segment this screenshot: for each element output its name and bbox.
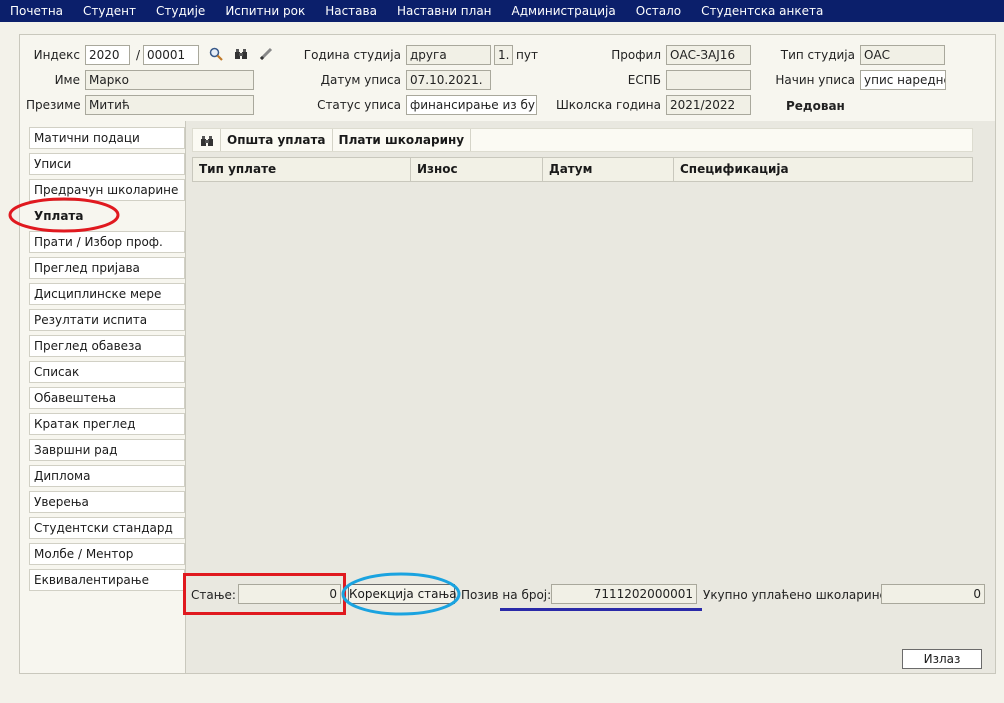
study-type-field[interactable]: ОАС — [860, 45, 945, 65]
student-status-text: Редован — [786, 99, 845, 113]
search-icon[interactable] — [208, 47, 224, 63]
sidebar-item-predracun-skolarine[interactable]: Предрачун школарине — [29, 179, 185, 201]
total-paid-field[interactable]: 0 — [881, 584, 985, 604]
profile-field[interactable]: ОАС-ЗАЈ16 — [666, 45, 751, 65]
school-year-field[interactable]: 2021/2022 — [666, 95, 751, 115]
pay-tuition-button[interactable]: Плати школарину — [333, 129, 472, 151]
school-year-label: Школска година — [555, 98, 661, 112]
menu-nastavni-plan[interactable]: Наставни план — [397, 4, 492, 18]
column-specification[interactable]: Спецификација — [674, 158, 972, 181]
sidebar-item-zavrsni-rad[interactable]: Завршни рад — [29, 439, 185, 461]
menu-ostalo[interactable]: Остало — [636, 4, 681, 18]
column-payment-type[interactable]: Тип уплате — [193, 158, 411, 181]
sidebar-item-uverenja[interactable]: Уверења — [29, 491, 185, 513]
menu-nastava[interactable]: Настава — [325, 4, 377, 18]
column-date[interactable]: Датум — [543, 158, 674, 181]
balance-field[interactable]: 0 — [238, 584, 341, 604]
reference-number-label: Позив на број: — [461, 588, 552, 602]
total-paid-label: Укупно уплаћено школарине: — [703, 588, 891, 602]
name-label: Име — [54, 73, 80, 87]
payments-table-header: Тип уплате Износ Датум Спецификација — [192, 157, 973, 182]
sidebar-item-diploma[interactable]: Диплома — [29, 465, 185, 487]
enroll-mode-label: Начин уписа — [775, 73, 855, 87]
menu-ispitni-rok[interactable]: Испитни рок — [225, 4, 305, 18]
general-payment-button[interactable]: Општа уплата — [221, 129, 333, 151]
binoculars-icon[interactable] — [193, 129, 221, 151]
index-year-field[interactable]: 2020 — [85, 45, 130, 65]
study-type-label: Тип студија — [780, 48, 855, 62]
payment-toolbar: Општа уплата Плати школарину — [192, 128, 973, 152]
menu-pocetna[interactable]: Почетна — [10, 4, 63, 18]
surname-field[interactable]: Митић — [85, 95, 254, 115]
index-number-field[interactable]: 00001 — [143, 45, 199, 65]
menu-studije[interactable]: Студије — [156, 4, 205, 18]
sidebar-item-obavestenja[interactable]: Обавештења — [29, 387, 185, 409]
year-times-suffix: пут — [516, 48, 538, 62]
sidebar-item-pregled-prijava[interactable]: Преглед пријава — [29, 257, 185, 279]
sidebar-item-rezultati-ispita[interactable]: Резултати испита — [29, 309, 185, 331]
menu-administracija[interactable]: Администрација — [512, 4, 616, 18]
espb-field[interactable] — [666, 70, 751, 90]
surname-label: Презиме — [26, 98, 81, 112]
menu-studentska-anketa[interactable]: Студентска анкета — [701, 4, 823, 18]
year-times-field[interactable]: 1. — [494, 45, 513, 65]
enroll-status-label: Статус уписа — [317, 98, 401, 112]
sidebar-item-maticni-podaci[interactable]: Матични подаци — [29, 127, 185, 149]
sidebar-item-molbe-mentor[interactable]: Молбе / Ментор — [29, 543, 185, 565]
sidebar-item-pregled-obaveza[interactable]: Преглед обавеза — [29, 335, 185, 357]
year-of-study-field[interactable]: друга — [406, 45, 491, 65]
enroll-date-label: Датум уписа — [320, 73, 401, 87]
reference-number-field[interactable]: 7111202000001 — [551, 584, 697, 604]
binoculars-icon[interactable] — [233, 47, 249, 63]
balance-label: Стање: — [191, 588, 236, 602]
pencil-icon[interactable] — [258, 47, 274, 63]
enroll-status-field[interactable]: финансирање из буџ — [406, 95, 537, 115]
menu-bar: Почетна Студент Студије Испитни рок Наст… — [0, 0, 1004, 22]
sidebar-item-kratak-pregled[interactable]: Кратак преглед — [29, 413, 185, 435]
balance-correction-button[interactable]: Корекција стања — [348, 584, 457, 604]
name-field[interactable]: Марко — [85, 70, 254, 90]
sidebar-item-spisak[interactable]: Списак — [29, 361, 185, 383]
index-separator: / — [135, 48, 141, 62]
sidebar-item-uplata[interactable]: Уплата — [29, 205, 185, 227]
column-amount[interactable]: Износ — [411, 158, 543, 181]
espb-label: ЕСПБ — [627, 73, 661, 87]
exit-button[interactable]: Излаз — [902, 649, 982, 669]
profile-label: Профил — [611, 48, 661, 62]
sidebar-item-prati-izbor-prof[interactable]: Прати / Избор проф. — [29, 231, 185, 253]
sidebar-item-studentski-standard[interactable]: Студентски стандард — [29, 517, 185, 539]
menu-student[interactable]: Студент — [83, 4, 136, 18]
enroll-date-field[interactable]: 07.10.2021. — [406, 70, 491, 90]
sidebar-item-ekvivalentiranje[interactable]: Еквивалентирање — [29, 569, 185, 591]
enroll-mode-field[interactable]: упис наредне — [860, 70, 946, 90]
year-of-study-label: Година студија — [303, 48, 401, 62]
index-label: Индекс — [33, 48, 80, 62]
sidebar-item-disciplinske-mere[interactable]: Дисциплинске мере — [29, 283, 185, 305]
sidebar-item-upisi[interactable]: Уписи — [29, 153, 185, 175]
